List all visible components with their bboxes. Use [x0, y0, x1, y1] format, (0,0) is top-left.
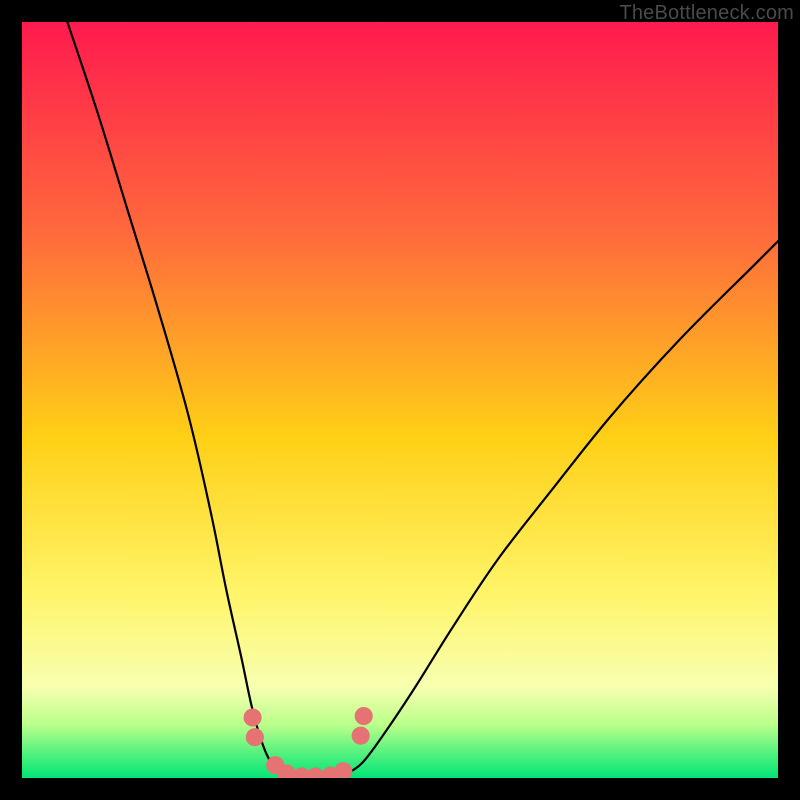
- watermark-text: TheBottleneck.com: [619, 2, 794, 25]
- gradient-background: [22, 22, 778, 778]
- curve-marker: [244, 708, 262, 726]
- chart-frame: [22, 22, 778, 778]
- curve-marker: [246, 728, 264, 746]
- curve-marker: [355, 707, 373, 725]
- curve-marker: [352, 727, 370, 745]
- bottleneck-chart: [22, 22, 778, 778]
